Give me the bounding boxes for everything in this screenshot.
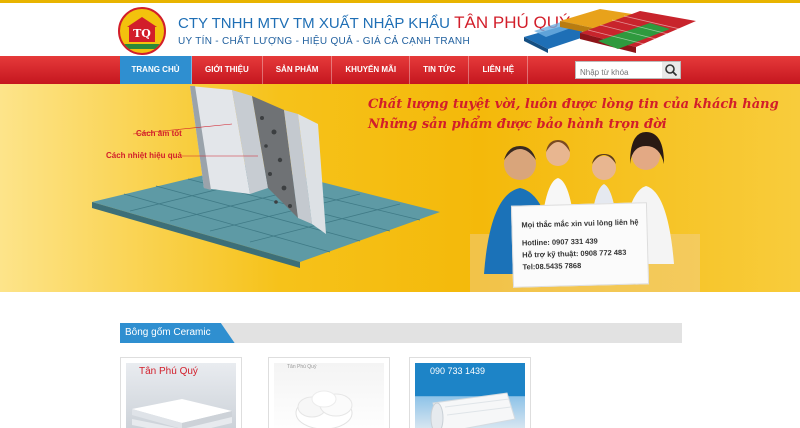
search-icon [665, 64, 678, 77]
logo-ribbon-icon [124, 44, 160, 49]
banner-headline: Chất lượng tuyệt vời, luôn được lòng tin… [368, 97, 779, 112]
product-watermark: Tân Phú Quý [139, 366, 198, 377]
site-header: TQ CTY TNHH MTV TM XUẤT NHẬP KHẨU TÂN PH… [0, 3, 800, 56]
search-input[interactable] [576, 64, 662, 81]
nav-item-products[interactable]: SẢN PHẨM [263, 56, 333, 84]
banner-subheadline: Những sản phẩm được bảo hành trọn đời [368, 117, 667, 132]
search-button[interactable] [662, 62, 680, 78]
product-section: Bông gốm Ceramic Tân Phú Quý Tân Phú Quý [0, 292, 800, 428]
product-card[interactable]: Tân Phú Quý [268, 357, 390, 428]
nav-item-home[interactable]: TRANG CHỦ [120, 56, 192, 89]
contact-heading: Mọi thắc mắc xin vui lòng liên hệ [521, 217, 639, 230]
search-box [575, 61, 681, 81]
logo-mark: TQ [129, 26, 155, 42]
section-title[interactable]: Bông gốm Ceramic [120, 323, 235, 343]
company-prefix: CTY TNHH MTV TM XUẤT NHẬP KHẨU [178, 15, 450, 32]
nav-menu: TRANG CHỦ GIỚI THIỆU SẢN PHẨM KHUYẾN MÃI… [120, 56, 529, 89]
product-watermark: 090 733 1439 [430, 366, 486, 376]
nav-item-news[interactable]: TIN TỨC [410, 56, 470, 84]
main-navigation: TRANG CHỦ GIỚI THIỆU SẢN PHẨM KHUYẾN MÃI… [0, 56, 800, 89]
nav-item-promotions[interactable]: KHUYẾN MÃI [332, 56, 411, 84]
contact-tel: Tel:08.5435 7868 [522, 260, 582, 272]
hero-banner[interactable]: Chất lượng tuyệt vời, luôn được lòng tin… [0, 84, 800, 292]
company-slogan: UY TÍN - CHẤT LƯỢNG - HIỆU QUẢ - GIÁ CẢ … [178, 36, 470, 47]
nav-item-about[interactable]: GIỚI THIỆU [192, 56, 263, 84]
product-card[interactable]: 090 733 1439 [409, 357, 531, 428]
feature-label-heat-insulation: Cách nhiệt hiệu quả [106, 151, 183, 160]
ceramic-fiber-bulk-icon [295, 390, 353, 428]
company-name: CTY TNHH MTV TM XUẤT NHẬP KHẨU TÂN PHÚ Q… [178, 13, 570, 33]
company-logo[interactable]: TQ [118, 7, 166, 55]
contact-support: Hỗ trợ kỹ thuật: 0908 772 483 [522, 247, 627, 260]
nav-item-contact[interactable]: LIÊN HỆ [469, 56, 529, 84]
product-watermark: Tân Phú Quý [287, 364, 317, 370]
feature-label-soundproof: Cách âm tốt [136, 129, 182, 138]
roofing-sheets-image [524, 9, 696, 53]
insulation-wall-illustration [92, 86, 700, 292]
section-header-bar: Bông gốm Ceramic [120, 323, 682, 343]
contact-hotline: Hotline: 0907 331 439 [521, 236, 598, 248]
product-card[interactable]: Tân Phú Quý [120, 357, 242, 428]
contact-card: Mọi thắc mắc xin vui lòng liên hệ Hotlin… [510, 202, 650, 288]
product-image[interactable] [274, 363, 384, 428]
